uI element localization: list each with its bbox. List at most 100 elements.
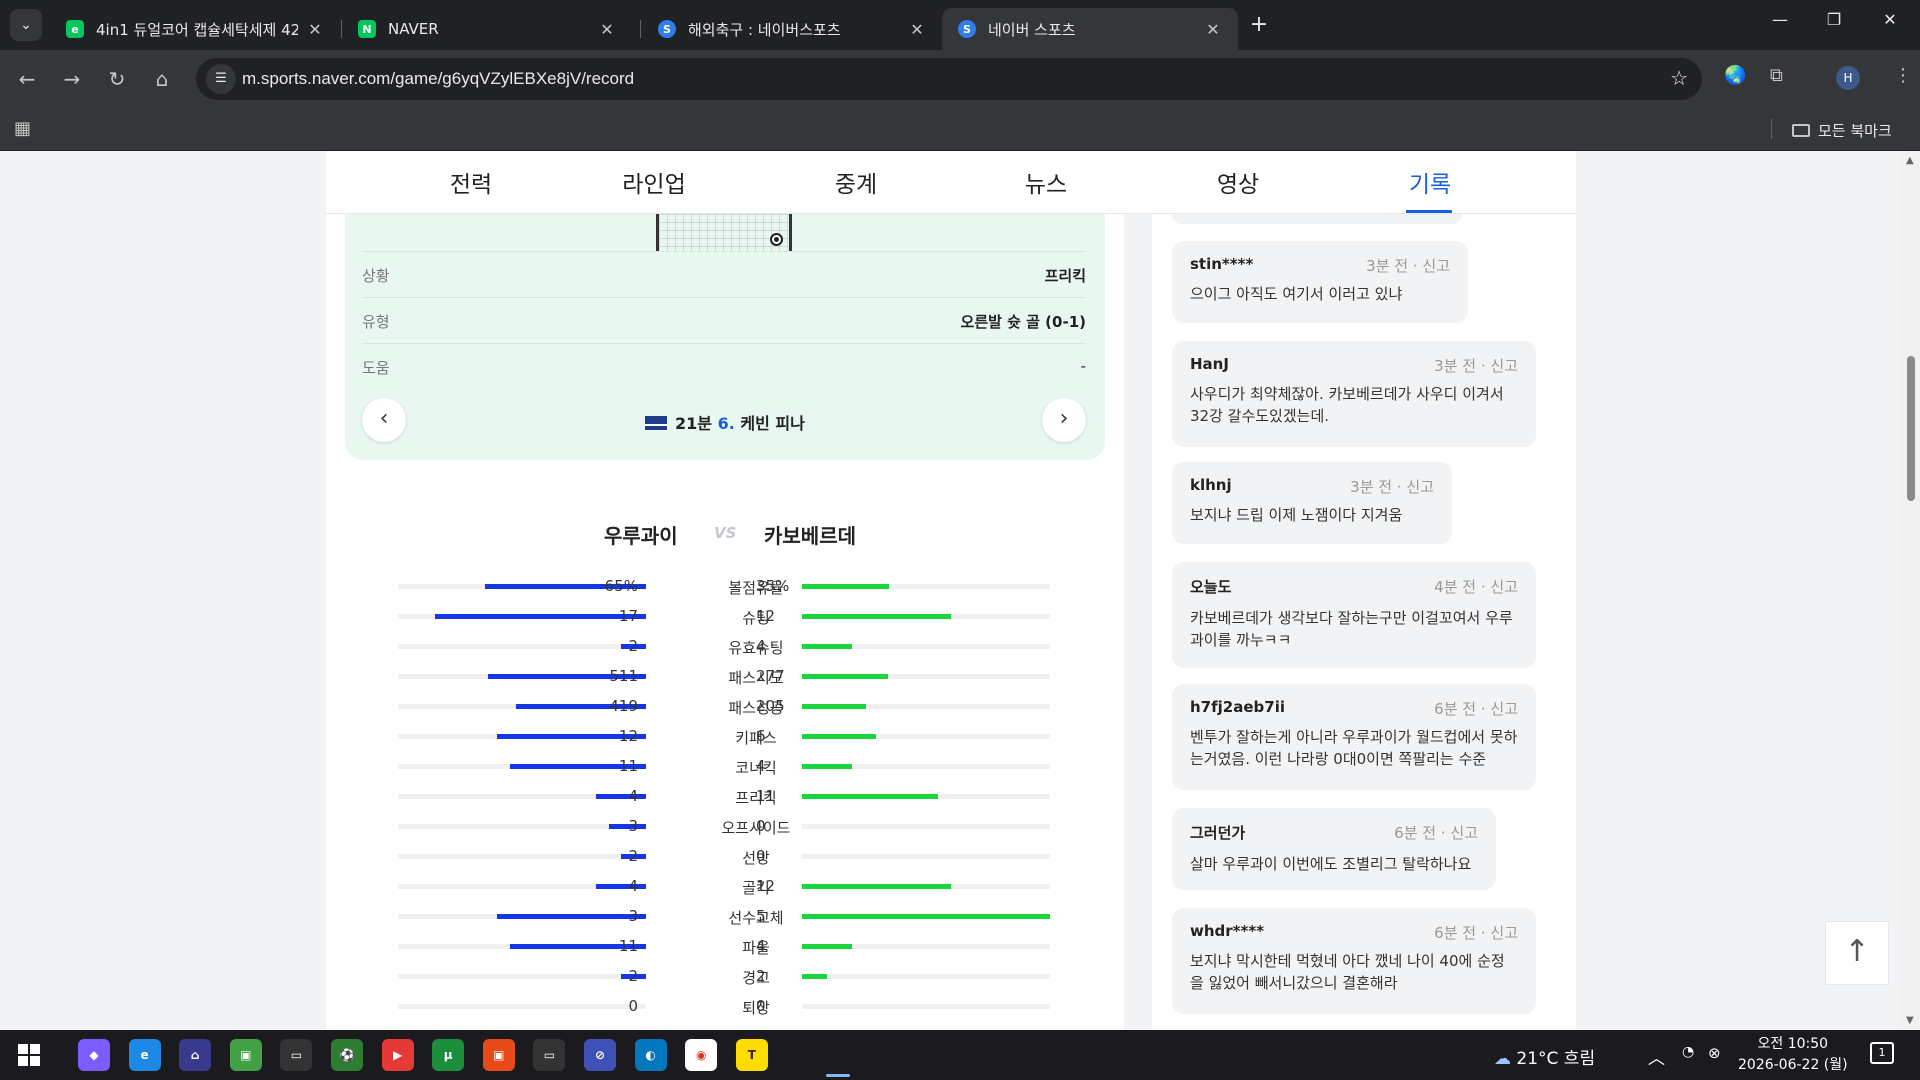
report-link[interactable]: 신고 <box>1406 478 1434 496</box>
new-tab-button[interactable]: + <box>1245 12 1273 40</box>
close-icon[interactable]: ✕ <box>1204 20 1222 39</box>
apps-grid-icon[interactable]: ▦ <box>14 118 31 139</box>
comment-time: 6분 전 <box>1394 824 1437 842</box>
home-team-name: 우루과이 <box>604 524 678 548</box>
terminal-icon[interactable]: ▭ <box>280 1039 313 1071</box>
browser-tab-2[interactable]: N NAVER ✕ <box>342 8 632 50</box>
browser-tab-active[interactable]: S 네이버 스포츠 ✕ <box>942 8 1238 50</box>
reload-button[interactable]: ↻ <box>102 64 132 94</box>
tab-lineup[interactable]: 라인업 <box>614 165 694 199</box>
restore-button[interactable]: ❐ <box>1814 10 1854 29</box>
edge-icon[interactable]: e <box>128 1039 161 1071</box>
away-stat-bar <box>802 614 951 619</box>
taskbar-clock[interactable]: 오전 10:50 2026-06-22 (월) <box>1738 1034 1848 1076</box>
comment-meta: 3분 전 · 신고 <box>1350 478 1434 496</box>
blue-app-icon[interactable]: ⊘ <box>584 1039 616 1071</box>
profile-avatar[interactable]: H <box>1836 66 1860 90</box>
extension-earth-icon[interactable]: 🌏 <box>1724 65 1746 86</box>
tray-chevron-up-icon[interactable]: ︿ <box>1648 1044 1665 1069</box>
player-name: 케빈 피나 <box>740 414 805 433</box>
report-link[interactable]: 신고 <box>1490 357 1518 375</box>
comment-time: 6분 전 <box>1434 700 1477 718</box>
away-stat-bar <box>802 734 876 739</box>
soccer-app-icon[interactable]: ⚽ <box>331 1039 363 1071</box>
naver-shopping-favicon-icon: e <box>66 20 84 38</box>
tab-record[interactable]: 기록 <box>1390 165 1470 199</box>
media-app-icon[interactable]: ▣ <box>482 1039 515 1071</box>
url-text[interactable]: m.sports.naver.com/game/g6yqVZylEBXe8jV/… <box>242 69 634 89</box>
notification-icon[interactable]: 1 <box>1870 1042 1894 1064</box>
terminal-icon[interactable]: ▭ <box>533 1039 566 1071</box>
report-link[interactable]: 신고 <box>1490 924 1518 942</box>
goal-info-situation: 상황 프리킥 <box>362 251 1086 297</box>
comment-item: stin**** 3분 전 · 신고 으이그 아직도 여기서 이러고 있냐 <box>1172 241 1468 323</box>
browser-tab-1[interactable]: e 4in1 듀얼코어 캡슐세탁세제 42 ✕ <box>50 8 340 50</box>
windows-start-icon[interactable] <box>18 1044 40 1066</box>
weather-text: 21°C 흐림 <box>1516 1049 1596 1069</box>
weather-widget[interactable]: ☁ 21°C 흐림 <box>1494 1044 1595 1069</box>
comment-time: 3분 전 <box>1366 257 1409 275</box>
stat-row: 511 패스시도 277 <box>398 661 1050 691</box>
kakaotalk-icon[interactable]: T <box>735 1039 768 1071</box>
report-link[interactable]: 신고 <box>1450 824 1478 842</box>
tab-lineup-strength[interactable]: 전력 <box>431 165 511 199</box>
comment-item: HanJ 3분 전 · 신고 사우디가 최약체잖아. 카보베르데가 사우디 이겨서 … <box>1172 341 1536 447</box>
tab-strip: ⌄ e 4in1 듀얼코어 캡슐세탁세제 42 ✕ N NAVER ✕ S 해외… <box>0 0 1920 50</box>
scroll-to-top-button[interactable]: ↑ <box>1825 921 1889 985</box>
extensions-puzzle-icon[interactable]: ⧉ <box>1770 65 1783 86</box>
minimize-button[interactable]: — <box>1760 10 1800 29</box>
chrome-icon[interactable]: ◉ <box>685 1039 718 1071</box>
browser-tab-3[interactable]: S 해외축구 : 네이버스포츠 ✕ <box>642 8 942 50</box>
more-menu-icon[interactable]: ⋮ <box>1894 65 1912 86</box>
copilot-icon[interactable]: ◆ <box>78 1039 110 1071</box>
away-bar-track <box>802 914 1050 919</box>
away-stat-bar <box>802 764 852 769</box>
goal-minute: 21분 <box>675 414 712 433</box>
vs-label: VS <box>714 524 737 542</box>
home-stat-value: 2 <box>628 967 638 985</box>
wifi-icon[interactable]: ◔ <box>1682 1044 1694 1060</box>
away-stat-value: 4 <box>756 757 766 775</box>
video-app-icon[interactable]: ▶ <box>381 1039 414 1071</box>
green-app-icon[interactable]: ▣ <box>229 1039 262 1071</box>
close-window-button[interactable]: ✕ <box>1870 10 1910 29</box>
away-bar-track <box>802 824 1050 829</box>
report-link[interactable]: 신고 <box>1490 578 1518 596</box>
tab-video[interactable]: 영상 <box>1198 165 1278 199</box>
report-link[interactable]: 신고 <box>1490 700 1518 718</box>
next-goal-button[interactable]: › <box>1042 398 1086 442</box>
close-icon[interactable]: ✕ <box>598 20 616 39</box>
scroll-down-arrow-icon[interactable]: ▼ <box>1906 1015 1914 1026</box>
https-icon[interactable]: ⌂ <box>179 1039 212 1071</box>
scroll-up-arrow-icon[interactable]: ▲ <box>1906 155 1914 166</box>
earth-app-icon[interactable]: ◐ <box>634 1039 667 1071</box>
close-icon[interactable]: ✕ <box>306 20 324 39</box>
close-icon[interactable]: ✕ <box>908 20 926 39</box>
away-stat-bar <box>802 884 951 889</box>
tab-search-button[interactable]: ⌄ <box>10 9 42 41</box>
utorrent-icon[interactable]: µ <box>432 1039 465 1071</box>
scrollbar-thumb[interactable] <box>1907 356 1915 501</box>
site-info-icon[interactable]: ☰ <box>206 64 236 94</box>
tab-title: 네이버 스포츠 <box>988 20 1076 39</box>
info-key: 상황 <box>362 267 390 285</box>
comment-meta: 6분 전 · 신고 <box>1434 700 1518 718</box>
address-bar[interactable]: ☰ m.sports.naver.com/game/g6yqVZylEBXe8j… <box>196 58 1702 100</box>
tab-news[interactable]: 뉴스 <box>1006 165 1086 199</box>
away-bar-track <box>802 584 1050 589</box>
bookmark-star-icon[interactable]: ☆ <box>1670 66 1688 90</box>
prev-goal-button[interactable]: ‹ <box>362 398 406 442</box>
forward-button[interactable]: → <box>57 64 87 94</box>
page-scrollbar[interactable]: ▲ ▼ <box>1902 151 1920 1030</box>
away-bar-track <box>802 944 1050 949</box>
notification-count: 1 <box>1878 1046 1886 1059</box>
volume-muted-icon[interactable]: ⊗ <box>1708 1044 1721 1062</box>
back-button[interactable]: ← <box>12 64 42 94</box>
windows-taskbar: ◆ e ⌂ ▣ ▭ ⚽ ▶ µ ▣ ▭ ⊘ ◐ ◉ T ☁ 21°C 흐림 ︿ ◔ ⊗ 오전 10:50 … <box>0 1030 1920 1080</box>
home-button[interactable]: ⌂ <box>147 64 177 94</box>
home-stat-bar <box>596 794 646 799</box>
away-stat-value: 277 <box>756 667 785 685</box>
report-link[interactable]: 신고 <box>1422 257 1450 275</box>
all-bookmarks-button[interactable]: 모든 북마크 <box>1792 120 1892 141</box>
tab-broadcast[interactable]: 중계 <box>816 165 896 199</box>
